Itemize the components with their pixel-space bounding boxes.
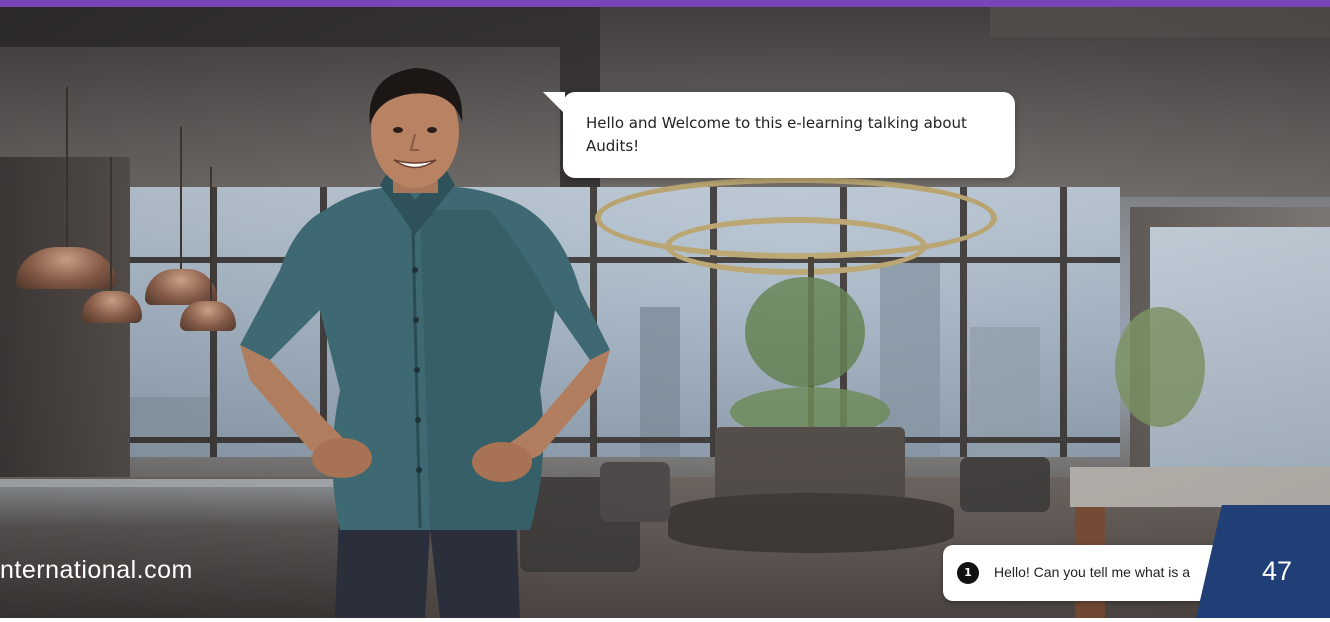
- speech-bubble: Hello and Welcome to this e-learning tal…: [543, 92, 1015, 178]
- choice-number-badge: 1: [957, 562, 979, 584]
- character-icon: [230, 60, 620, 618]
- page-number: 47: [1262, 556, 1293, 586]
- website-watermark: nternational.com: [0, 556, 193, 584]
- speech-bubble-text: Hello and Welcome to this e-learning tal…: [586, 114, 967, 155]
- top-accent-bar: [0, 0, 1330, 7]
- speech-bubble-tail: [543, 92, 565, 114]
- choice-label: Hello! Can you tell me what is a: [994, 564, 1191, 580]
